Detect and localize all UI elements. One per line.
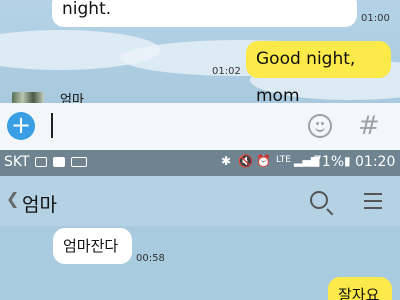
emoji-icon[interactable] bbox=[308, 114, 332, 138]
keyboard-icon bbox=[71, 157, 87, 167]
gallery-icon bbox=[35, 157, 47, 167]
message-input[interactable] bbox=[51, 113, 53, 138]
battery-percent: 71% bbox=[313, 154, 345, 170]
chat-bubble-incoming: 엄마잔다 bbox=[53, 228, 132, 264]
chat-bubble-outgoing: Good night, mom bbox=[246, 41, 391, 106]
chat-bubble-incoming: night. bbox=[52, 0, 357, 27]
message-time: 00:58 bbox=[136, 253, 165, 264]
menu-icon[interactable] bbox=[364, 193, 382, 209]
clock: 01:20 bbox=[355, 154, 396, 170]
bluetooth-icon: ✱ bbox=[221, 154, 232, 168]
lte-label: LTE bbox=[276, 155, 291, 165]
chat-title: 엄마 bbox=[22, 194, 57, 216]
battery-icon: ▮ bbox=[344, 154, 351, 168]
youtube-icon bbox=[53, 157, 65, 167]
carrier-label: SKT bbox=[4, 154, 30, 170]
alarm-icon: ⏰ bbox=[256, 154, 271, 168]
hash-icon[interactable]: # bbox=[358, 111, 380, 141]
plus-icon[interactable]: + bbox=[7, 112, 35, 140]
message-time: 01:02 bbox=[212, 66, 241, 77]
message-input-bar bbox=[0, 103, 400, 150]
search-icon[interactable] bbox=[310, 191, 328, 209]
status-bar: SKT ✱ 🔇 ⏰ LTE ▂▄▆ 71% ▮ 01:20 bbox=[0, 150, 400, 176]
chat-bubble-outgoing: 잘자요 bbox=[328, 277, 392, 300]
message-time: 01:00 bbox=[361, 13, 390, 24]
mute-icon: 🔇 bbox=[238, 154, 253, 168]
back-chevron-icon[interactable]: ❮ bbox=[6, 189, 19, 208]
chat-header bbox=[0, 176, 400, 226]
